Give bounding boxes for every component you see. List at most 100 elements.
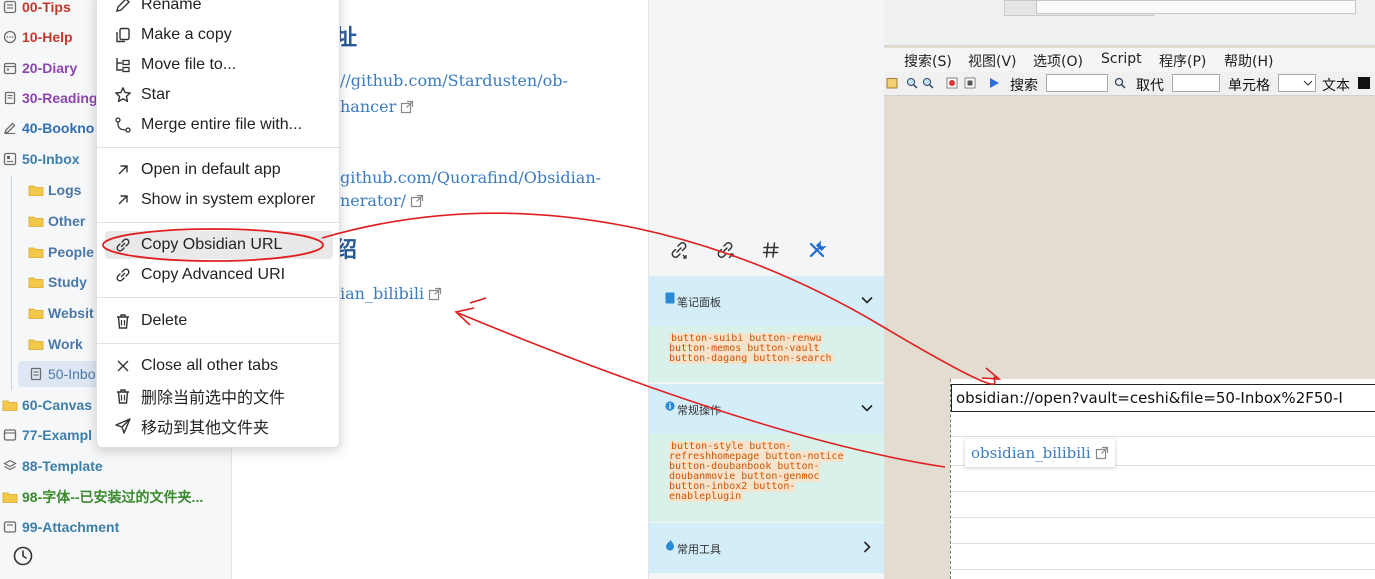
note-link-enhancer-line1[interactable]: //github.com/Stardusten/ob- xyxy=(340,71,568,90)
menu-separator xyxy=(97,222,339,223)
menu-item-label: Delete xyxy=(141,312,188,329)
menu-item-delete-selected[interactable]: 删除当前选中的文件 xyxy=(105,382,333,410)
menu-item-move-to-folder[interactable]: 移动到其他文件夹 xyxy=(105,412,333,440)
search-input[interactable] xyxy=(1046,74,1108,92)
stop-icon[interactable] xyxy=(964,77,976,89)
arrow-up-right-icon xyxy=(113,160,133,180)
menu-separator xyxy=(97,297,339,298)
tree-item-label: 40-Bookno xyxy=(22,120,95,136)
pen-icon xyxy=(2,120,18,136)
editor-line xyxy=(951,517,1375,518)
menu-view[interactable]: 视图(V) xyxy=(968,51,1017,71)
toolbar-side-panel: 笔记面板 button-suibi button-renwu button-me… xyxy=(648,0,885,579)
menu-search[interactable]: 搜索(S) xyxy=(904,51,952,71)
editor-document[interactable]: obsidian://open?vault=ceshi&file=50-Inbo… xyxy=(950,379,1375,579)
tree-item-label: 60-Canvas xyxy=(22,397,93,413)
section-header-common-tools[interactable]: 常用工具 xyxy=(649,523,885,573)
send-icon xyxy=(113,416,133,436)
section-header-general-ops[interactable]: 常规操作 xyxy=(649,384,885,434)
zoom-in-icon[interactable] xyxy=(906,77,918,89)
tree-item-label: Work xyxy=(48,336,83,352)
editor-line xyxy=(951,543,1375,544)
tree-item-50-inbox[interactable]: 50-Inbox xyxy=(2,148,80,170)
cell-select[interactable] xyxy=(1278,74,1316,92)
editor-tab[interactable] xyxy=(1036,0,1356,14)
section-header-notes-panel[interactable]: 笔记面板 xyxy=(649,276,885,326)
external-link-icon xyxy=(410,194,424,208)
menu-help[interactable]: 帮助(H) xyxy=(1224,51,1273,71)
tree-item-work[interactable]: Work xyxy=(28,333,83,355)
menu-item-close-other-tabs[interactable]: Close all other tabs xyxy=(105,352,333,380)
menu-item-rename[interactable]: Rename xyxy=(105,0,333,19)
outgoing-link-icon[interactable] xyxy=(713,238,737,262)
tree-item-label: 20-Diary xyxy=(22,60,78,76)
folder-icon xyxy=(28,213,44,229)
pasted-obsidian-link[interactable]: obsidian_bilibili xyxy=(965,439,1115,467)
record-icon[interactable] xyxy=(946,77,958,89)
tree-item-label: Websit xyxy=(48,305,94,321)
help-bubble-icon xyxy=(2,29,18,45)
tree-item-study[interactable]: Study xyxy=(28,271,87,293)
note-link-enhancer-line2[interactable]: hancer xyxy=(340,97,414,116)
menu-item-copy-advanced-uri[interactable]: Copy Advanced URI xyxy=(105,261,333,289)
note-link-quorafind-line2[interactable]: nerator/ xyxy=(340,191,424,210)
tree-item-50-inbox-file[interactable]: 50-Inbo xyxy=(28,363,95,385)
menu-item-make-copy[interactable]: Make a copy xyxy=(105,21,333,49)
menu-program[interactable]: 程序(P) xyxy=(1159,51,1206,71)
tree-item-60-canvas[interactable]: 60-Canvas xyxy=(2,394,92,416)
tree-item-other[interactable]: Other xyxy=(28,210,85,232)
menu-script[interactable]: Script xyxy=(1101,51,1142,67)
search-icon[interactable] xyxy=(1114,77,1126,89)
menu-item-move-file[interactable]: Move file to... xyxy=(105,51,333,79)
search-label: 搜索 xyxy=(1010,78,1038,94)
section-body-general-ops[interactable]: button-style button-refreshhomepage butt… xyxy=(649,434,885,522)
clipboard-icon[interactable] xyxy=(886,77,898,89)
hashtag-icon[interactable] xyxy=(759,238,783,262)
tree-item-people[interactable]: People xyxy=(28,241,94,263)
replace-input[interactable] xyxy=(1172,74,1220,92)
menu-item-label: Copy Advanced URI xyxy=(141,266,286,283)
text-editor-window: 搜索(S) 视图(V) 选项(O) Script 程序(P) 帮助(H) 搜索 … xyxy=(884,0,1375,579)
attachment-icon xyxy=(2,519,18,535)
folder-tree-icon xyxy=(113,55,133,75)
section-body-notes-panel[interactable]: button-suibi button-renwu button-memos b… xyxy=(649,326,885,382)
menu-item-open-default-app[interactable]: Open in default app xyxy=(105,156,333,184)
menu-options[interactable]: 选项(O) xyxy=(1033,51,1083,71)
tree-item-98-fonts[interactable]: 98-字体--已安装过的文件夹... xyxy=(2,486,203,508)
editor-menubar: 搜索(S) 视图(V) 选项(O) Script 程序(P) 帮助(H) xyxy=(884,48,1375,72)
tree-item-10-help[interactable]: 10-Help xyxy=(2,26,73,48)
flame-icon xyxy=(666,539,674,551)
play-icon[interactable] xyxy=(988,77,1000,89)
clock-icon[interactable] xyxy=(12,545,34,567)
tree-item-20-diary[interactable]: 20-Diary xyxy=(2,57,77,79)
trash-icon xyxy=(113,311,133,331)
tree-item-website[interactable]: Websit xyxy=(28,302,94,324)
note-link-quorafind-line1[interactable]: github.com/Quorafind/Obsidian- xyxy=(340,168,601,187)
menu-item-copy-obsidian-url[interactable]: Copy Obsidian URL xyxy=(105,231,333,259)
tree-item-40-bookno[interactable]: 40-Bookno xyxy=(2,117,94,139)
menu-item-merge-file[interactable]: Merge entire file with... xyxy=(105,111,333,139)
inbox-icon xyxy=(2,151,18,167)
tree-item-99-attachment[interactable]: 99-Attachment xyxy=(2,516,119,538)
tree-item-77-example[interactable]: 77-Exampl xyxy=(2,424,92,446)
zoom-out-icon[interactable] xyxy=(922,77,934,89)
tree-item-00-tips[interactable]: 00-Tips xyxy=(2,0,71,18)
tree-item-30-reading[interactable]: 30-Reading xyxy=(2,87,97,109)
obsidian-url-text[interactable]: obsidian://open?vault=ceshi&file=50-Inbo… xyxy=(951,384,1375,412)
text-color-swatch[interactable] xyxy=(1358,77,1370,89)
menu-item-show-in-explorer[interactable]: Show in system explorer xyxy=(105,186,333,214)
backlink-icon[interactable] xyxy=(667,238,691,262)
tree-item-label: Other xyxy=(48,213,86,229)
tools-icon[interactable] xyxy=(805,238,829,262)
chevron-right-icon xyxy=(863,541,871,553)
folder-icon xyxy=(28,182,44,198)
tree-item-logs[interactable]: Logs xyxy=(28,179,81,201)
trash-icon xyxy=(113,386,133,406)
note-link-bilibili[interactable]: ian_bilibili xyxy=(340,284,442,303)
copy-icon xyxy=(113,25,133,45)
menu-item-delete[interactable]: Delete xyxy=(105,307,333,335)
external-link-icon xyxy=(429,287,442,301)
menu-item-star[interactable]: Star xyxy=(105,81,333,109)
tree-item-88-template[interactable]: 88-Template xyxy=(2,455,103,477)
link-text: obsidian_bilibili xyxy=(971,444,1091,462)
